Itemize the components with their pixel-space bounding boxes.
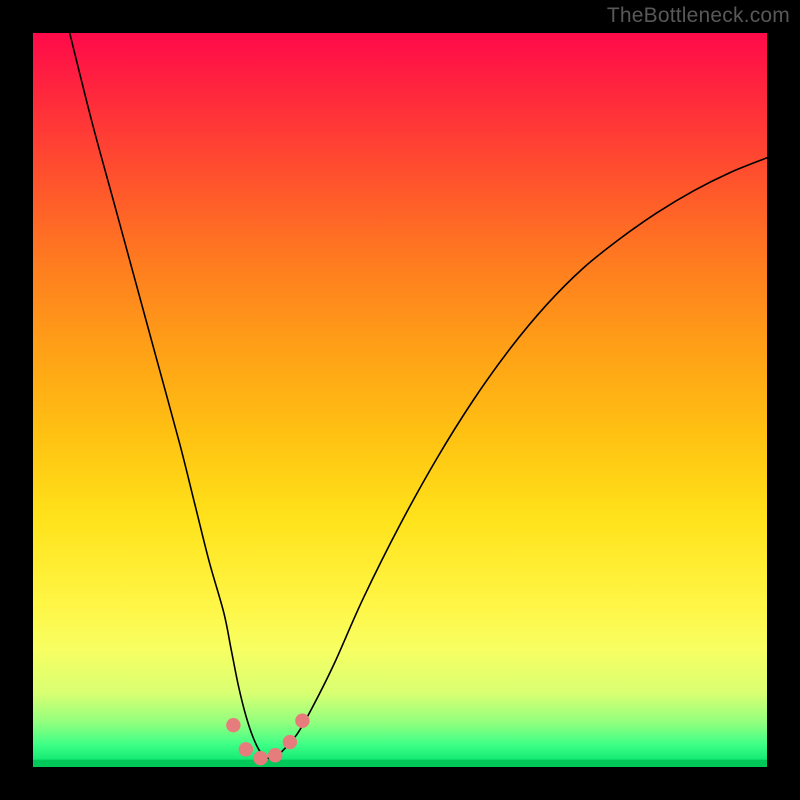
watermark-text: TheBottleneck.com: [607, 4, 790, 28]
marker-dot: [268, 748, 282, 762]
marker-dot: [226, 718, 240, 732]
marker-dot: [253, 751, 267, 765]
green-bottom-band: [33, 760, 767, 767]
chart-frame: TheBottleneck.com: [0, 0, 800, 800]
marker-dot: [283, 735, 297, 749]
marker-dot: [239, 742, 253, 756]
chart-svg: [33, 33, 767, 767]
bottleneck-curve: [70, 33, 767, 759]
plot-area: [33, 33, 767, 767]
marker-dot: [295, 714, 309, 728]
